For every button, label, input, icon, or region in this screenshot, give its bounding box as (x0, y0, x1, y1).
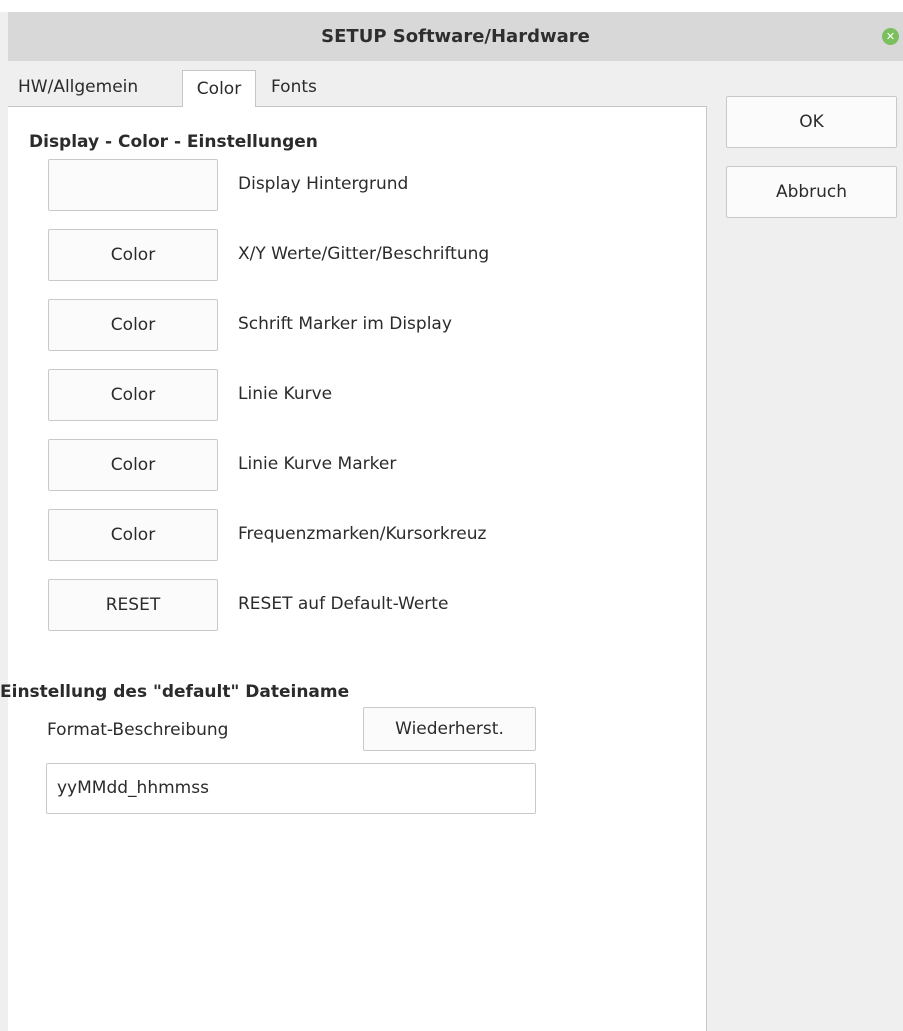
title-bar[interactable]: SETUP Software/Hardware ✕ (8, 12, 903, 61)
curve-marker-label: Linie Kurve Marker (238, 454, 397, 474)
top-strip (0, 0, 903, 12)
xy-values-label: X/Y Werte/Gitter/Beschriftung (238, 244, 490, 264)
restore-button[interactable]: Wiederherst. (363, 707, 536, 751)
curve-line-label: Linie Kurve (238, 384, 333, 404)
display-background-label: Display Hintergrund (238, 174, 409, 194)
tab-hw-allgemein[interactable]: HW/Allgemein (18, 69, 138, 106)
ok-button[interactable]: OK (726, 96, 897, 148)
xy-values-color-button[interactable]: Color (48, 229, 218, 281)
marker-font-color-button[interactable]: Color (48, 299, 218, 351)
color-tab-panel: Display - Color - Einstellungen Display … (0, 106, 707, 1031)
window-title: SETUP Software/Hardware (321, 26, 590, 47)
curve-marker-color-button[interactable]: Color (48, 439, 218, 491)
display-background-color-button[interactable] (48, 159, 218, 211)
tab-color[interactable]: Color (182, 70, 256, 107)
reset-button[interactable]: RESET (48, 579, 218, 631)
curve-line-color-button[interactable]: Color (48, 369, 218, 421)
filename-format-input[interactable]: yyMMdd_hhmmss (46, 763, 536, 814)
cancel-button[interactable]: Abbruch (726, 166, 897, 218)
reset-label: RESET auf Default-Werte (238, 594, 449, 614)
marker-font-label: Schrift Marker im Display (238, 314, 452, 334)
frequency-marks-color-button[interactable]: Color (48, 509, 218, 561)
filename-section-title: Einstellung des "default" Dateiname (0, 682, 350, 702)
tab-fonts[interactable]: Fonts (271, 69, 317, 106)
color-section-title: Display - Color - Einstellungen (29, 132, 318, 152)
frequency-marks-label: Frequenzmarken/Kursorkreuz (238, 524, 487, 544)
format-description-label: Format-Beschreibung (47, 720, 229, 740)
close-icon[interactable]: ✕ (882, 28, 899, 45)
